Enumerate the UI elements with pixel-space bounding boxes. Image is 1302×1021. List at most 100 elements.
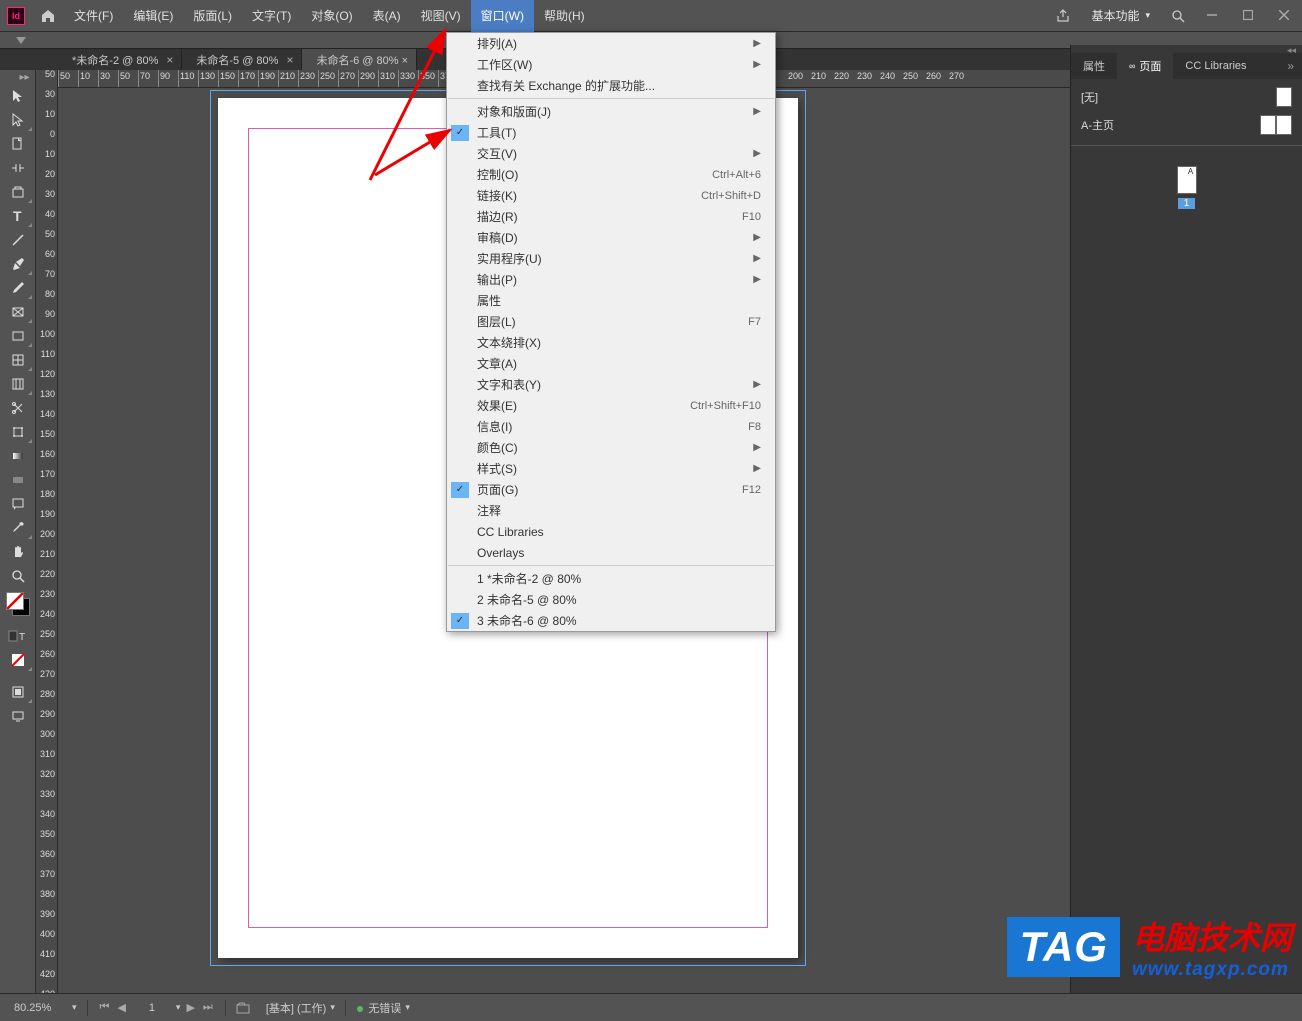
share-icon[interactable] bbox=[1047, 8, 1079, 24]
menu-item[interactable]: 实用程序(U)▶ bbox=[447, 248, 775, 269]
menu-item[interactable]: 2 未命名-5 @ 80% bbox=[447, 589, 775, 610]
free-transform-tool[interactable] bbox=[3, 420, 33, 444]
menu-item[interactable]: 文章(A) bbox=[447, 353, 775, 374]
screen-mode-tool[interactable] bbox=[3, 704, 33, 728]
selection-tool[interactable] bbox=[3, 84, 33, 108]
eyedropper-tool[interactable] bbox=[3, 516, 33, 540]
maximize-button[interactable] bbox=[1230, 4, 1266, 26]
rectangle-tool[interactable] bbox=[3, 324, 33, 348]
menu-item[interactable]: 审稿(D)▶ bbox=[447, 227, 775, 248]
preflight-status[interactable]: ● 无错误 ▾ bbox=[350, 998, 416, 1018]
menu-layout[interactable]: 版面(L) bbox=[183, 0, 242, 32]
note-tool[interactable] bbox=[3, 492, 33, 516]
minimize-button[interactable] bbox=[1194, 4, 1230, 26]
master-a-row[interactable]: A-主页 bbox=[1071, 111, 1302, 139]
panel-tab-properties[interactable]: 属性 bbox=[1071, 53, 1117, 79]
menu-window[interactable]: 窗口(W) bbox=[471, 0, 534, 32]
page-tool[interactable] bbox=[3, 132, 33, 156]
menu-table[interactable]: 表(A) bbox=[363, 0, 411, 32]
rectangle-frame-tool[interactable] bbox=[3, 300, 33, 324]
prev-page-icon[interactable]: ◀ bbox=[115, 1001, 127, 1014]
panel-menu-icon[interactable]: » bbox=[1279, 53, 1302, 79]
menu-item[interactable]: 颜色(C)▶ bbox=[447, 437, 775, 458]
first-page-icon[interactable]: ⏮ bbox=[98, 1001, 112, 1014]
menu-object[interactable]: 对象(O) bbox=[301, 0, 362, 32]
chevron-down-icon[interactable]: ▾ bbox=[72, 1002, 77, 1013]
home-icon[interactable] bbox=[32, 8, 64, 24]
menu-item[interactable]: 文字和表(Y)▶ bbox=[447, 374, 775, 395]
menu-item[interactable]: 交互(V)▶ bbox=[447, 143, 775, 164]
menu-item[interactable]: ✓3 未命名-6 @ 80% bbox=[447, 610, 775, 631]
menu-item[interactable]: 对象和版面(J)▶ bbox=[447, 101, 775, 122]
menu-item[interactable]: 排列(A)▶ bbox=[447, 33, 775, 54]
direct-selection-tool[interactable] bbox=[3, 108, 33, 132]
content-collector-tool[interactable] bbox=[3, 180, 33, 204]
chevron-down-icon[interactable] bbox=[16, 37, 26, 44]
menu-item[interactable]: 效果(E)Ctrl+Shift+F10 bbox=[447, 395, 775, 416]
panel-tab-cclibraries[interactable]: CC Libraries bbox=[1173, 53, 1258, 79]
menu-item[interactable]: CC Libraries bbox=[447, 521, 775, 542]
menu-item[interactable]: ✓页面(G)F12 bbox=[447, 479, 775, 500]
page-thumb[interactable]: A bbox=[1177, 166, 1197, 194]
fill-swatch[interactable] bbox=[6, 592, 24, 610]
search-icon[interactable] bbox=[1162, 8, 1194, 24]
doc-tab-3[interactable]: 未命名-6 @ 80% × bbox=[302, 49, 417, 71]
line-tool[interactable] bbox=[3, 228, 33, 252]
menu-item[interactable]: Overlays bbox=[447, 542, 775, 563]
doc-tab-2[interactable]: 未命名-5 @ 80% × bbox=[182, 49, 302, 71]
scissors-tool[interactable] bbox=[3, 396, 33, 420]
horizontal-grid-tool[interactable] bbox=[3, 372, 33, 396]
workspace-switcher[interactable]: 基本功能 ▾ bbox=[1079, 7, 1162, 24]
pen-tool[interactable] bbox=[3, 252, 33, 276]
divider bbox=[1071, 145, 1302, 146]
container-format-tool[interactable]: T bbox=[3, 624, 33, 648]
view-mode-tool[interactable] bbox=[3, 680, 33, 704]
menu-item[interactable]: 输出(P)▶ bbox=[447, 269, 775, 290]
master-none-row[interactable]: [无] bbox=[1071, 83, 1302, 111]
menu-help[interactable]: 帮助(H) bbox=[534, 0, 595, 32]
open-doc-icon[interactable] bbox=[230, 998, 256, 1018]
preflight-profile[interactable]: [基本] (工作) ▾ bbox=[260, 998, 341, 1018]
panel-tab-pages[interactable]: ∞ 页面 bbox=[1117, 53, 1173, 79]
menu-item[interactable]: 图层(L)F7 bbox=[447, 311, 775, 332]
panel-collapse-icon[interactable]: ◂◂ bbox=[1071, 45, 1302, 53]
menu-item[interactable]: 工作区(W)▶ bbox=[447, 54, 775, 75]
gradient-swatch-tool[interactable] bbox=[3, 444, 33, 468]
menu-item[interactable]: ✓工具(T) bbox=[447, 122, 775, 143]
menu-item[interactable]: 描边(R)F10 bbox=[447, 206, 775, 227]
menu-item[interactable]: 控制(O)Ctrl+Alt+6 bbox=[447, 164, 775, 185]
grid-tool[interactable] bbox=[3, 348, 33, 372]
menu-item[interactable]: 信息(I)F8 bbox=[447, 416, 775, 437]
page-spread[interactable]: A 1 bbox=[1071, 166, 1302, 209]
gap-tool[interactable] bbox=[3, 156, 33, 180]
menu-type[interactable]: 文字(T) bbox=[242, 0, 301, 32]
close-icon[interactable]: × bbox=[286, 53, 293, 67]
vertical-ruler[interactable]: 5030100102030405060708090100110120130140… bbox=[36, 70, 58, 993]
menu-view[interactable]: 视图(V) bbox=[411, 0, 471, 32]
close-icon[interactable]: × bbox=[166, 53, 173, 67]
hand-tool[interactable] bbox=[3, 540, 33, 564]
menu-item[interactable]: 属性 bbox=[447, 290, 775, 311]
gradient-feather-tool[interactable] bbox=[3, 468, 33, 492]
apply-color-tool[interactable] bbox=[3, 648, 33, 672]
menu-item[interactable]: 链接(K)Ctrl+Shift+D bbox=[447, 185, 775, 206]
next-page-icon[interactable]: ▶ bbox=[184, 1001, 196, 1014]
menu-item[interactable]: 文本绕排(X) bbox=[447, 332, 775, 353]
menu-edit[interactable]: 编辑(E) bbox=[123, 0, 183, 32]
menu-item[interactable]: 样式(S)▶ bbox=[447, 458, 775, 479]
fill-stroke-swatch[interactable] bbox=[6, 592, 30, 616]
zoom-tool[interactable] bbox=[3, 564, 33, 588]
menu-item[interactable]: 查找有关 Exchange 的扩展功能... bbox=[447, 75, 775, 96]
type-tool[interactable]: T bbox=[3, 204, 33, 228]
page-number[interactable]: 1 bbox=[132, 1002, 172, 1014]
menu-item[interactable]: 注释 bbox=[447, 500, 775, 521]
close-button[interactable] bbox=[1266, 4, 1302, 26]
pencil-tool[interactable] bbox=[3, 276, 33, 300]
last-page-icon[interactable]: ⏭ bbox=[201, 1001, 215, 1014]
menu-file[interactable]: 文件(F) bbox=[64, 0, 123, 32]
doc-tab-1[interactable]: *未命名-2 @ 80% × bbox=[58, 49, 182, 71]
zoom-level[interactable]: 80.25% ▾ bbox=[8, 998, 83, 1018]
menu-item[interactable]: 1 *未命名-2 @ 80% bbox=[447, 568, 775, 589]
expand-tools-icon[interactable]: ▸▸ bbox=[3, 72, 33, 84]
chevron-down-icon[interactable]: ▾ bbox=[176, 1002, 181, 1013]
